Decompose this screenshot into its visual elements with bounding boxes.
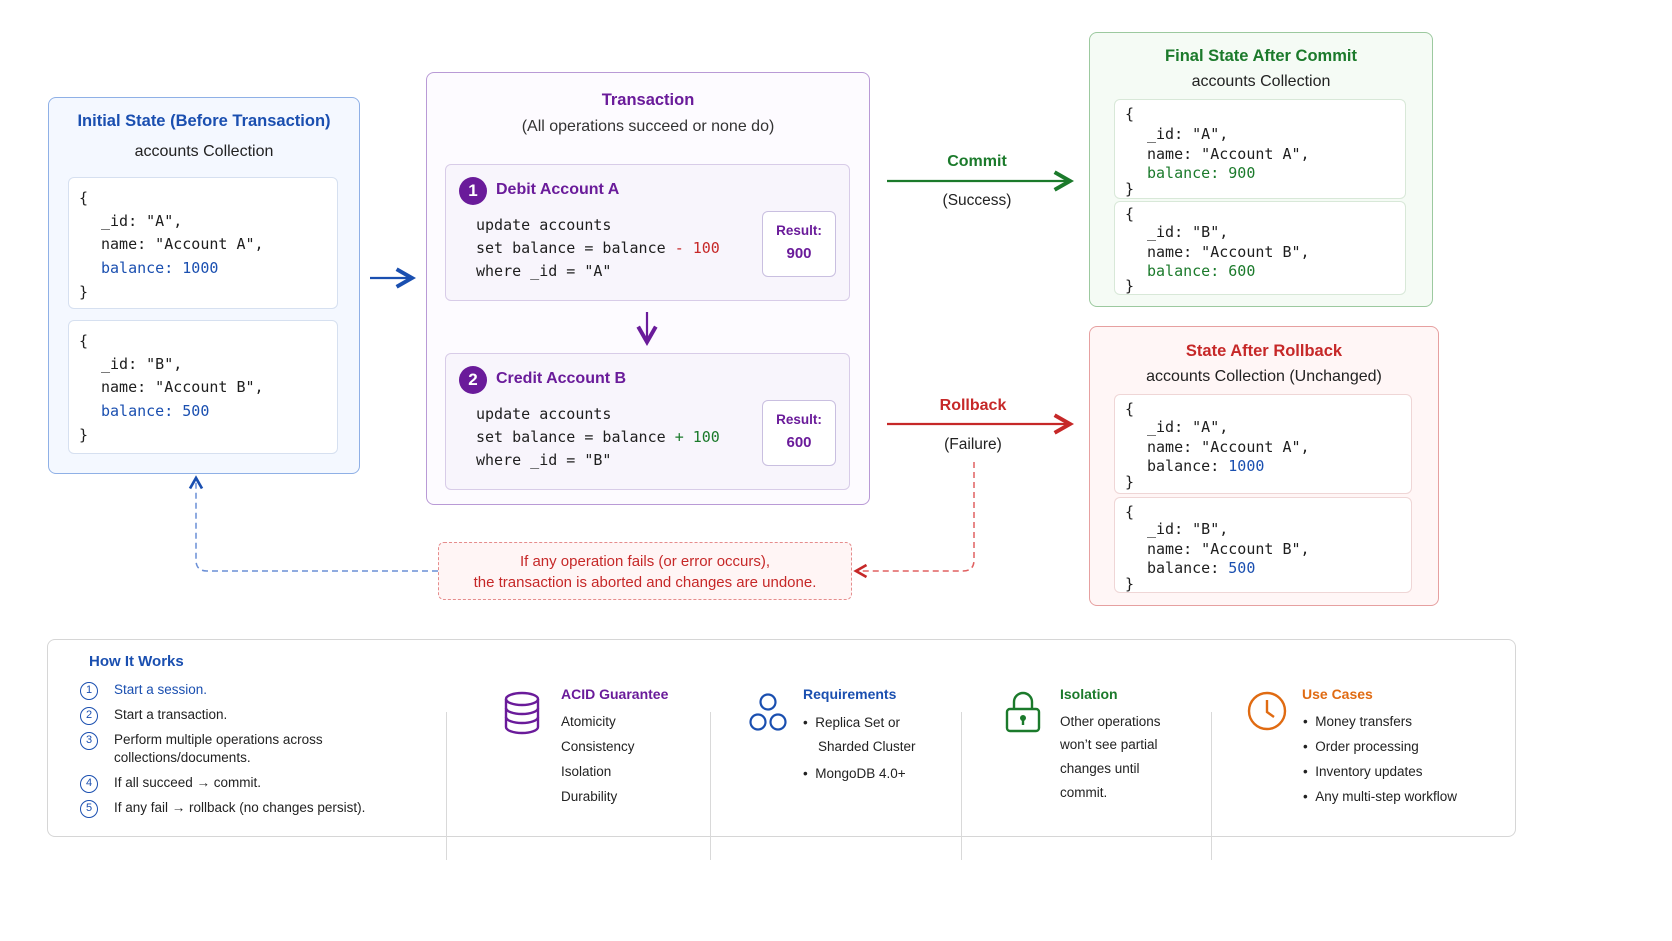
requirement-item: • MongoDB 4.0+	[803, 766, 906, 781]
usecase-item: • Any multi-step workflow	[1303, 789, 1458, 804]
rollback-to-note-arrow	[853, 462, 975, 579]
replica-set-icon	[747, 692, 789, 739]
doc-account-b: { _id: "B", name: "Account B", balance: …	[1114, 201, 1406, 295]
doc-close: }	[1125, 575, 1135, 593]
doc-account-b: { _id: "B", name: "Account B", balance: …	[1114, 497, 1412, 593]
clock-icon	[1246, 690, 1288, 737]
requirement-item-cont: Sharded Cluster	[818, 739, 916, 754]
divider	[446, 712, 447, 860]
doc-id: _id: "A",	[1147, 125, 1229, 143]
acid-title: ACID Guarantee	[561, 686, 669, 702]
doc-open: {	[1125, 503, 1135, 521]
doc-name: name: "Account B",	[1147, 540, 1310, 558]
divider	[961, 712, 962, 860]
acid-item: Atomicity	[561, 714, 616, 729]
isolation-line: changes until	[1060, 761, 1140, 776]
doc-id: _id: "B",	[1147, 520, 1229, 538]
how-step-4: 4 If all succeed → commit.	[80, 774, 440, 793]
doc-balance-key: balance:	[1147, 559, 1220, 577]
acid-item: Isolation	[561, 764, 612, 779]
final-state-subtitle: accounts Collection	[1191, 73, 1331, 90]
doc-close: }	[1125, 180, 1135, 198]
how-step-5: 5 If any fail → rollback (no changes pers…	[80, 799, 440, 818]
doc-open: {	[1125, 400, 1135, 418]
doc-balance-value: 600	[1228, 262, 1256, 280]
rollback-state-panel: State After Rollback accounts Collection…	[1089, 326, 1439, 606]
doc-name: name: "Account A",	[1147, 145, 1310, 163]
commit-sub: (Success)	[942, 192, 1012, 209]
isolation-line: commit.	[1060, 785, 1108, 800]
how-step-1: 1 Start a session.	[80, 681, 440, 700]
doc-name: name: "Account B",	[1147, 243, 1310, 261]
how-step-3: 3 Perform multiple operations across colle…	[80, 731, 440, 765]
doc-id: _id: "B",	[1147, 223, 1229, 241]
doc-balance-value: 500	[1228, 559, 1256, 577]
doc-account-a: { _id: "A", name: "Account A", balance: …	[1114, 99, 1406, 199]
note-to-initial-arrow	[188, 475, 438, 572]
doc-balance-key: balance:	[1147, 164, 1220, 182]
rollback-label: Rollback	[939, 397, 1007, 414]
usecase-item: • Money transfers	[1303, 714, 1413, 729]
rollback-state-subtitle: accounts Collection (Unchanged)	[1146, 368, 1382, 385]
divider	[710, 712, 711, 860]
doc-account-a: { _id: "A", name: "Account A", balance: …	[1114, 394, 1412, 494]
doc-balance-key: balance:	[1147, 457, 1220, 475]
requirement-item: • Replica Set or	[803, 715, 901, 730]
doc-name: name: "Account A",	[1147, 438, 1310, 456]
doc-open: {	[1125, 205, 1135, 223]
isolation-line: won’t see partial	[1060, 737, 1158, 752]
error-note: If any operation fails (or error occurs)…	[438, 542, 852, 600]
doc-balance-value: 1000	[1228, 457, 1265, 475]
usecases-title: Use Cases	[1302, 686, 1373, 702]
how-it-works-title: How It Works	[89, 653, 184, 670]
doc-balance-key: balance:	[1147, 262, 1220, 280]
acid-item: Durability	[561, 789, 618, 804]
doc-id: _id: "A",	[1147, 418, 1229, 436]
isolation-title: Isolation	[1060, 686, 1118, 702]
doc-open: {	[1125, 105, 1135, 123]
commit-label: Commit	[947, 153, 1007, 170]
rollback-state-title: State After Rollback	[1185, 342, 1343, 360]
rollback-sub: (Failure)	[944, 436, 1002, 453]
usecase-item: • Order processing	[1303, 739, 1419, 754]
lock-icon	[1004, 690, 1042, 739]
doc-close: }	[1125, 473, 1135, 491]
error-note-line1: If any operation fails (or error occurs)…	[519, 553, 771, 570]
isolation-line: Other operations	[1060, 714, 1161, 729]
database-icon	[502, 691, 542, 740]
final-state-title: Final State After Commit	[1165, 47, 1357, 65]
error-note-line2: the transaction is aborted and changes a…	[473, 574, 817, 591]
final-state-panel: Final State After Commit accounts Collec…	[1089, 32, 1433, 307]
requirements-title: Requirements	[803, 686, 897, 702]
doc-balance-value: 900	[1228, 164, 1256, 182]
usecase-item: • Inventory updates	[1303, 764, 1423, 779]
divider	[1211, 712, 1212, 860]
doc-close: }	[1125, 277, 1135, 295]
how-step-2: 2 Start a transaction.	[80, 706, 440, 725]
acid-item: Consistency	[561, 739, 635, 754]
